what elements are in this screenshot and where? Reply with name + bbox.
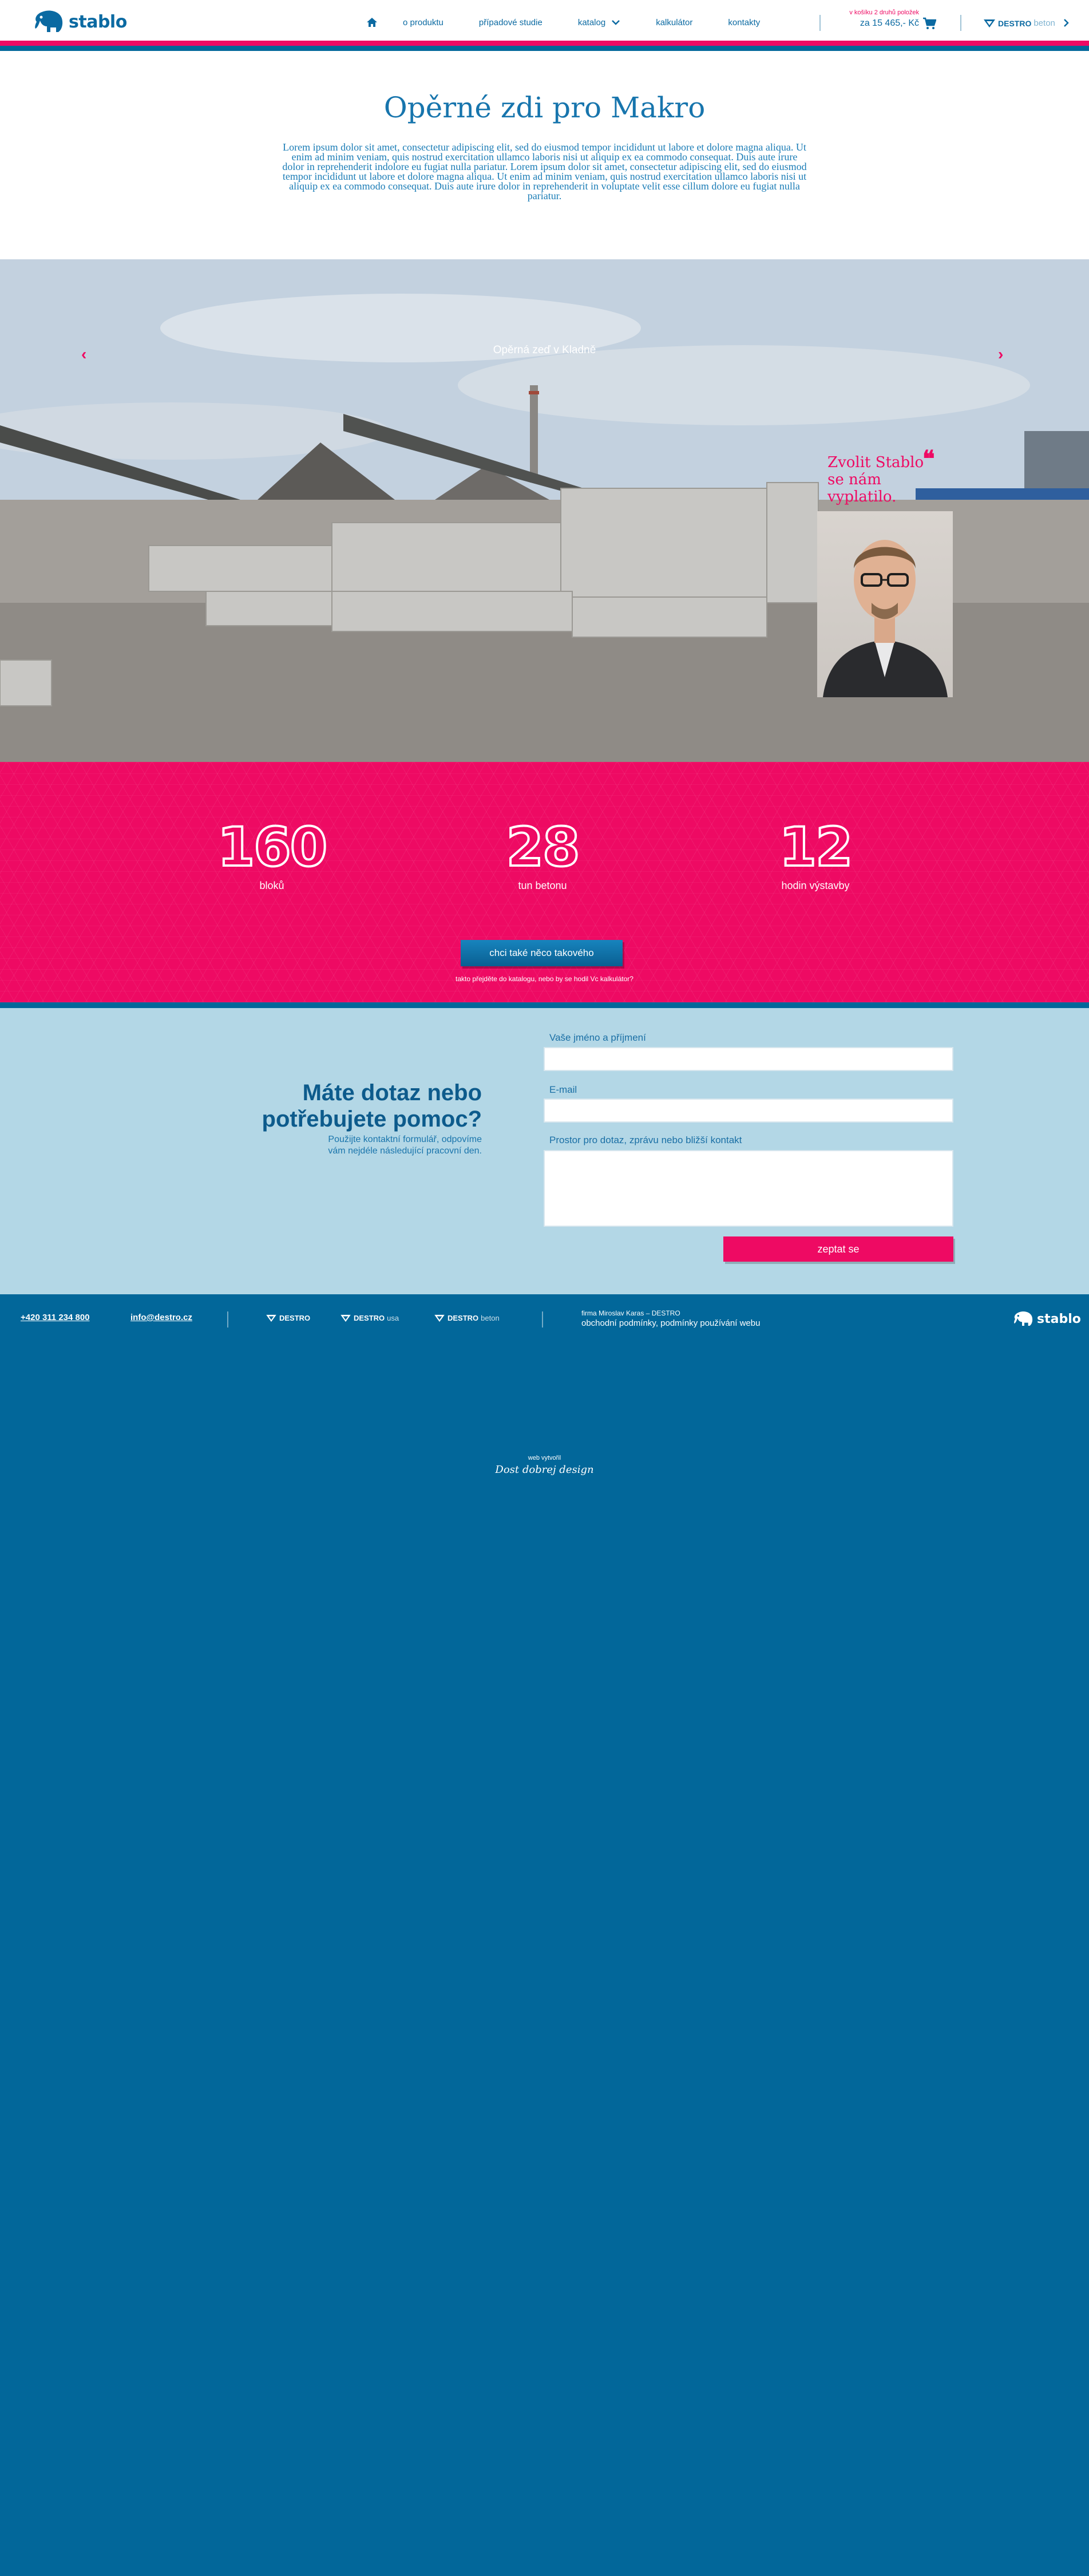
cta-sub-middle: , nebo by se hodil Vc: [534, 975, 600, 983]
help-line1: Použijte kontaktní formulář, odpovíme: [328, 1135, 482, 1144]
stat-hours: 12 hodin výstavby: [730, 816, 901, 892]
logo-text: stablo: [69, 11, 127, 32]
cart-note: v košíku 2 druhů položek: [849, 9, 919, 16]
nav-kontakty[interactable]: kontakty: [728, 18, 760, 27]
brand1-text: DESTRO: [279, 1314, 311, 1322]
home-icon: [367, 18, 377, 27]
chevron-down-icon: [612, 20, 620, 25]
cart-summary[interactable]: v košíku 2 druhů položek za 15 465,- Kč: [839, 9, 919, 29]
stats-section: 160 bloků 28 tun betonu 12 hodin výstavb…: [0, 762, 1089, 1002]
calculator-link[interactable]: kalkulátor: [600, 975, 629, 983]
nav-o-produktu[interactable]: o produktu: [403, 18, 443, 27]
brand3-text: DESTRO: [448, 1314, 479, 1322]
help-line2: vám nejdéle následující pracovní den.: [328, 1146, 482, 1156]
destro-logo-icon: [266, 1314, 276, 1322]
company-name: firma Miroslav Karas – DESTRO: [581, 1309, 680, 1317]
site-footer: +420 311 234 800 info@destro.cz DESTRO D…: [0, 1300, 1089, 2576]
want-similar-button[interactable]: chci také něco takového: [461, 940, 623, 966]
footer-destro-logo[interactable]: DESTRO: [266, 1314, 310, 1322]
header-divider: [960, 15, 961, 31]
brand2-suffix: usa: [387, 1314, 399, 1322]
brand3-suffix: beton: [481, 1314, 500, 1322]
intro-section: Opěrné zdi pro Makro Lorem ipsum dolor s…: [0, 51, 1089, 259]
message-label: Prostor pro dotaz, zprávu nebo bližší ko…: [549, 1135, 742, 1145]
links-separator: ,: [655, 1318, 661, 1328]
cta-sub-before: takto přejděte do: [456, 975, 509, 983]
elephant-icon: [35, 10, 63, 32]
destro-logo-icon: [434, 1314, 445, 1322]
nav-katalog-label: katalog: [577, 17, 606, 27]
terms-link[interactable]: obchodní podmínky: [581, 1318, 656, 1328]
main-nav: o produktu případové studie katalog kalk…: [366, 17, 795, 27]
brand2-text: DESTRO: [354, 1314, 385, 1322]
intro-text: Lorem ipsum dolor sit amet, consectetur …: [282, 141, 807, 202]
destro-logo-icon: [984, 19, 995, 27]
stat-value: 28: [505, 816, 581, 879]
name-label: Vaše jméno a příjmení: [549, 1032, 646, 1043]
studio-credit-link[interactable]: Dost dobrej design: [0, 1464, 1089, 1476]
email-field[interactable]: [544, 1099, 953, 1123]
destro-brand: DESTRO: [998, 18, 1032, 28]
message-field[interactable]: [544, 1150, 953, 1227]
cart-price: za 15 465,- Kč: [860, 18, 919, 28]
slider-next-arrow[interactable]: ›: [998, 345, 1003, 364]
slide-caption: Opěrná zeď v Kladně: [493, 344, 596, 356]
cta-sub-after: ?: [629, 975, 633, 983]
destro-sub: beton: [1033, 18, 1055, 28]
stat-value: 12: [778, 816, 854, 879]
footer-destro-beton-logo[interactable]: DESTRO beton: [434, 1314, 500, 1322]
elephant-icon: [1014, 1311, 1033, 1326]
contact-heading-line1: Máte dotaz nebo: [302, 1080, 482, 1105]
ask-submit-button[interactable]: zeptat se: [723, 1236, 953, 1262]
cart-icon[interactable]: [922, 17, 936, 30]
site-header: stablo o produktu případové studie katal…: [0, 0, 1089, 46]
stat-blocks: 160 bloků: [186, 816, 358, 892]
stablo-logo[interactable]: stablo: [33, 9, 127, 34]
testimonial-quote: Zvolit Stablo se nám vyplatilo.: [827, 454, 924, 505]
footer-email[interactable]: info@destro.cz: [130, 1313, 192, 1322]
page-title: Opěrné zdi pro Makro: [383, 91, 706, 124]
nav-pripadove-studie[interactable]: případové studie: [479, 18, 542, 27]
person-photo: [823, 540, 948, 697]
chevron-right-icon[interactable]: [1063, 18, 1069, 27]
testimonial-portrait: [817, 511, 953, 697]
destro-logo-icon: [340, 1314, 351, 1322]
nav-katalog[interactable]: katalog: [578, 18, 620, 27]
stat-value: 160: [216, 816, 328, 879]
contact-heading-line2: potřebujete pomoc?: [262, 1107, 482, 1132]
catalog-link[interactable]: katalogu: [509, 975, 534, 983]
made-by-label: web vytvořil: [528, 1455, 561, 1461]
name-field[interactable]: [544, 1047, 953, 1071]
stat-label: bloků: [259, 880, 284, 891]
footer-logo-text: stablo: [1037, 1311, 1081, 1326]
cta-subtext: takto přejděte do katalogu, nebo by se h…: [0, 975, 1089, 983]
destro-beton-link[interactable]: DESTRO beton: [983, 18, 1055, 28]
nav-home[interactable]: [366, 17, 378, 27]
contact-help-text: Použijte kontaktní formulář, odpovíme vá…: [229, 1134, 482, 1157]
nav-kalkulator[interactable]: kalkulátor: [656, 18, 692, 27]
header-divider: [819, 15, 821, 31]
footer-links: obchodní podmínky, podmínky používání we…: [581, 1318, 760, 1328]
contact-section: Máte dotaz nebo potřebujete pomoc? Použi…: [0, 1008, 1089, 1294]
footer-bar: +420 311 234 800 info@destro.cz DESTRO D…: [0, 1300, 1089, 1340]
quote-icon: ❝: [922, 447, 935, 472]
stat-label: hodin výstavby: [781, 880, 850, 891]
stat-concrete: 28 tun betonu: [457, 816, 628, 892]
web-terms-link[interactable]: podmínky používání webu: [660, 1318, 760, 1328]
hero-slider: ‹ Opěrná zeď v Kladně › Zvolit Stablo se…: [0, 259, 1089, 762]
stat-label: tun betonu: [518, 880, 567, 891]
footer-phone[interactable]: +420 311 234 800: [21, 1313, 90, 1322]
footer-divider: [542, 1311, 543, 1327]
footer-divider: [227, 1311, 228, 1327]
footer-destro-usa-logo[interactable]: DESTRO usa: [340, 1314, 399, 1322]
footer-stablo-logo[interactable]: stablo: [1013, 1310, 1081, 1327]
email-label: E-mail: [549, 1084, 577, 1095]
contact-heading: Máte dotaz nebo potřebujete pomoc?: [172, 1080, 482, 1132]
